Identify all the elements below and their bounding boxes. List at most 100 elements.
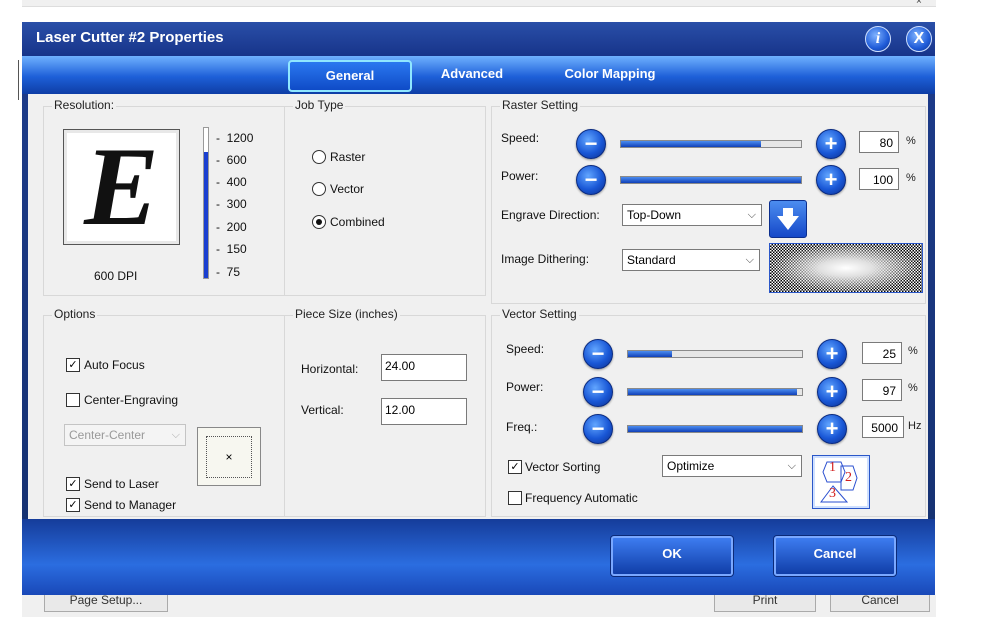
background-cancel-button[interactable]: Cancel: [830, 595, 930, 612]
vector-sorting-select[interactable]: Optimize ⌵: [662, 455, 802, 477]
general-tab-content: Resolution: E 600 DPI - 1200 - 600 - 400…: [28, 94, 928, 519]
raster-setting-group: Raster Setting Speed: − + 80 % Power: − …: [491, 98, 926, 304]
vector-power-minus-button[interactable]: −: [583, 377, 613, 407]
background-close-icon[interactable]: ×: [916, 0, 922, 7]
vector-power-slider-fill: [628, 389, 797, 395]
center-engraving-checkbox[interactable]: [66, 393, 80, 407]
image-dithering-label: Image Dithering:: [501, 252, 590, 266]
options-title: Options: [52, 307, 98, 321]
vector-setting-group: Vector Setting Speed: − + 25 % Power: − …: [491, 307, 926, 517]
raster-power-slider-fill: [621, 177, 801, 183]
ok-button[interactable]: OK: [611, 536, 733, 576]
sorting-order-icon: [820, 461, 858, 503]
vector-power-plus-button[interactable]: +: [817, 377, 847, 407]
piece-size-group: Piece Size (inches) Horizontal: 24.00 Ve…: [284, 307, 486, 517]
vector-freq-slider[interactable]: [627, 425, 803, 433]
vector-freq-label: Freq.:: [506, 420, 538, 434]
horizontal-label: Horizontal:: [301, 362, 359, 376]
center-cross-icon: ×: [206, 436, 252, 478]
resolution-slider[interactable]: [203, 127, 209, 279]
vector-freq-unit: Hz: [908, 420, 922, 432]
image-dithering-select[interactable]: Standard ⌵: [622, 249, 760, 271]
vector-power-slider[interactable]: [627, 388, 803, 396]
job-type-title: Job Type: [293, 98, 346, 112]
resolution-preview: E: [63, 129, 180, 245]
vector-freq-minus-button[interactable]: −: [583, 414, 613, 444]
background-print-dialog-titlebar: [22, 0, 936, 7]
raster-power-minus-button[interactable]: −: [576, 165, 606, 195]
vector-sorting-label: Vector Sorting: [525, 460, 601, 474]
vector-freq-slider-fill: [628, 426, 802, 432]
tick-200: - 200: [216, 220, 247, 234]
tick-600: - 600: [216, 153, 247, 167]
info-icon[interactable]: i: [865, 26, 891, 52]
laser-properties-dialog: Laser Cutter #2 Properties i X General A…: [22, 22, 935, 595]
tick-300: - 300: [216, 197, 247, 211]
raster-speed-label: Speed:: [501, 131, 540, 145]
vertical-label: Vertical:: [301, 403, 344, 417]
raster-power-unit: %: [906, 172, 916, 184]
dialog-titlebar: Laser Cutter #2 Properties i X: [22, 22, 935, 56]
engrave-direction-label: Engrave Direction:: [501, 208, 600, 222]
send-to-manager-checkbox[interactable]: ✓: [66, 498, 80, 512]
order-number-2: 2: [845, 470, 852, 485]
send-to-laser-checkbox[interactable]: ✓: [66, 477, 80, 491]
vertical-input[interactable]: 12.00: [381, 398, 467, 425]
radio-raster[interactable]: [312, 150, 326, 164]
order-number-3: 3: [829, 486, 836, 501]
tick-400: - 400: [216, 175, 247, 189]
vector-speed-slider[interactable]: [627, 350, 803, 358]
vector-order-button[interactable]: 1 2 3: [812, 455, 870, 509]
vector-freq-value[interactable]: 5000: [862, 416, 904, 438]
dialog-title: Laser Cutter #2 Properties: [36, 29, 224, 46]
resolution-dpi-label: 600 DPI: [94, 269, 138, 283]
radio-vector-label: Vector: [330, 182, 365, 196]
auto-focus-label: Auto Focus: [84, 358, 145, 372]
background-print-button[interactable]: Print: [714, 595, 816, 612]
raster-setting-title: Raster Setting: [500, 98, 581, 112]
vector-setting-title: Vector Setting: [500, 307, 579, 321]
order-number-1: 1: [829, 460, 836, 475]
auto-focus-checkbox[interactable]: ✓: [66, 358, 80, 372]
vector-sorting-checkbox[interactable]: ✓: [508, 460, 522, 474]
resolution-ticks: - 1200 - 600 - 400 - 300 - 200 - 150 - 7…: [216, 127, 276, 287]
send-to-laser-label: Send to Laser: [84, 477, 159, 491]
frequency-automatic-label: Frequency Automatic: [525, 491, 638, 505]
radio-combined[interactable]: [312, 215, 326, 229]
raster-power-value[interactable]: 100: [859, 168, 899, 190]
arrow-down-icon: [777, 208, 799, 230]
raster-speed-value[interactable]: 80: [859, 131, 899, 153]
engrave-direction-button[interactable]: [769, 200, 807, 238]
vector-speed-plus-button[interactable]: +: [817, 339, 847, 369]
raster-speed-unit: %: [906, 135, 916, 147]
vector-freq-plus-button[interactable]: +: [817, 414, 847, 444]
cancel-button[interactable]: Cancel: [774, 536, 896, 576]
dialog-footer: OK Cancel: [22, 519, 935, 595]
horizontal-input[interactable]: 24.00: [381, 354, 467, 381]
vector-speed-minus-button[interactable]: −: [583, 339, 613, 369]
raster-speed-slider[interactable]: [620, 140, 802, 148]
engrave-direction-select[interactable]: Top-Down ⌵: [622, 204, 762, 226]
tab-general[interactable]: General: [288, 60, 412, 92]
tick-1200: - 1200: [216, 131, 254, 145]
close-icon[interactable]: X: [906, 26, 932, 52]
radio-vector[interactable]: [312, 182, 326, 196]
resolution-title: Resolution:: [52, 98, 117, 112]
tab-advanced[interactable]: Advanced: [432, 60, 512, 88]
options-group: Options ✓ Auto Focus Center-Engraving Ce…: [43, 307, 285, 517]
tab-color-mapping[interactable]: Color Mapping: [550, 60, 670, 88]
radio-combined-label: Combined: [330, 215, 385, 229]
frequency-automatic-checkbox[interactable]: [508, 491, 522, 505]
raster-speed-minus-button[interactable]: −: [576, 129, 606, 159]
page-setup-button[interactable]: Page Setup...: [44, 595, 168, 612]
raster-power-plus-button[interactable]: +: [816, 165, 846, 195]
raster-speed-plus-button[interactable]: +: [816, 129, 846, 159]
raster-speed-slider-fill: [621, 141, 762, 147]
raster-power-slider[interactable]: [620, 176, 802, 184]
radio-raster-label: Raster: [330, 150, 366, 164]
vector-power-value[interactable]: 97: [862, 379, 902, 401]
tick-75: - 75: [216, 265, 241, 279]
vector-speed-value[interactable]: 25: [862, 342, 902, 364]
vector-speed-slider-fill: [628, 351, 672, 357]
center-engraving-label: Center-Engraving: [84, 393, 179, 407]
